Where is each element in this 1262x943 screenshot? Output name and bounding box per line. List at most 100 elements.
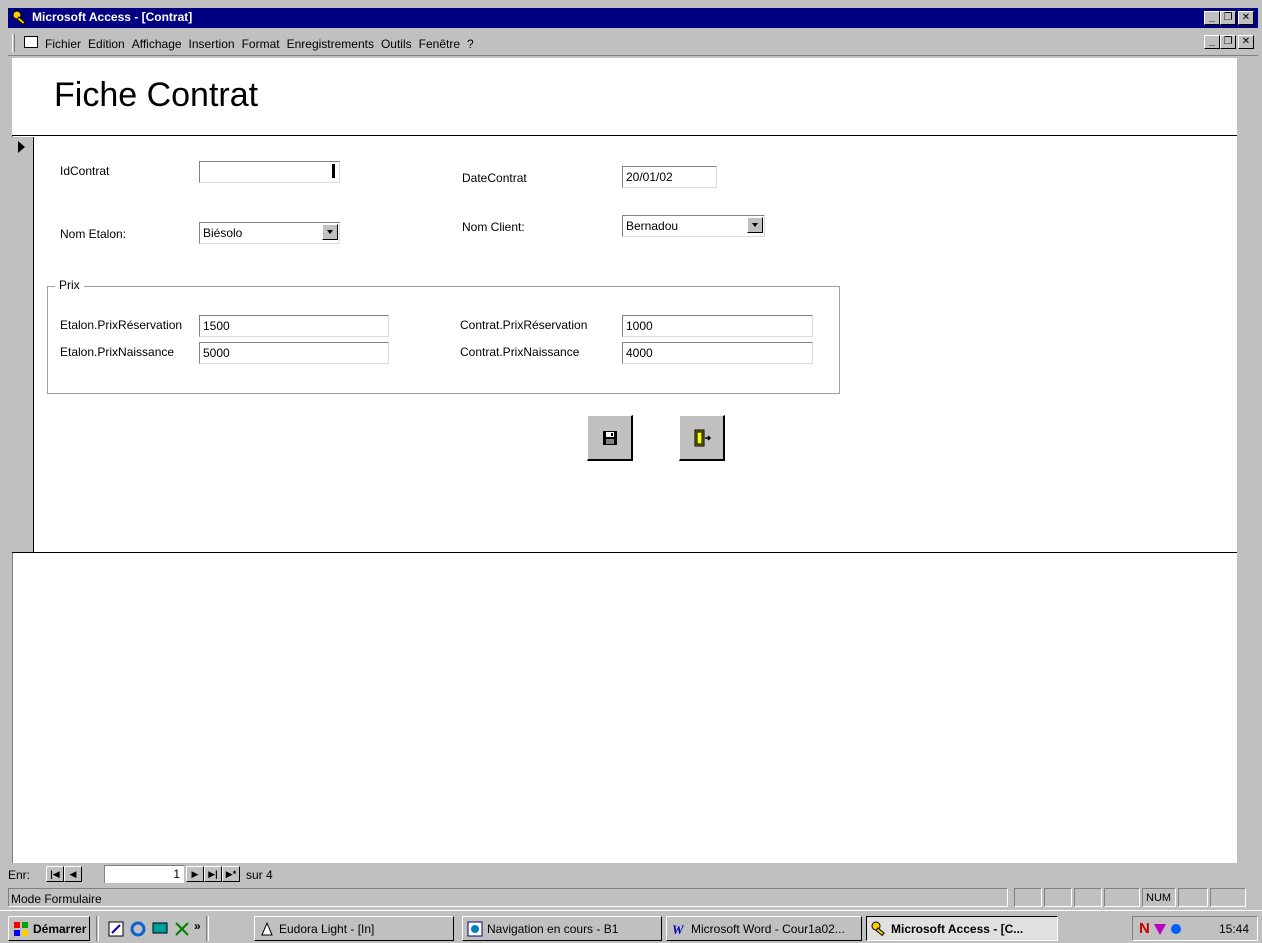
nom-client-dropdown-button[interactable] xyxy=(747,217,763,233)
floppy-disk-icon xyxy=(603,431,617,445)
access-key-icon xyxy=(12,10,26,26)
task-eudora-label: Eudora Light - [In] xyxy=(279,922,375,936)
task-navigation[interactable]: Navigation en cours - B1 xyxy=(462,916,662,941)
last-record-button[interactable]: ▶| xyxy=(204,866,222,882)
prix-group-box xyxy=(47,286,840,394)
menu-enregistrements[interactable]: Enregistrements xyxy=(287,37,374,51)
contrat-prix-naissance-label: Contrat.PrixNaissance xyxy=(460,345,580,359)
next-record-button[interactable]: ▶ xyxy=(186,866,204,882)
nom-client-label: Nom Client: xyxy=(462,220,525,234)
form-title: Fiche Contrat xyxy=(54,76,259,114)
menu-bar: Fichier Edition Affichage Insertion Form… xyxy=(8,30,1258,56)
task-word[interactable]: W Microsoft Word - Cour1a02... xyxy=(666,916,862,941)
etalon-prix-reservation-field[interactable]: 1500 xyxy=(199,315,389,337)
form-header: Fiche Contrat xyxy=(12,58,1237,136)
nom-etalon-value: Biésolo xyxy=(203,226,243,240)
eudora-icon xyxy=(261,921,273,936)
status-cell-1 xyxy=(1014,888,1042,907)
record-navigation-bar: Enr: |◀ ◀ 1 ▶ ▶| ▶* sur 4 xyxy=(8,863,1238,885)
current-record-arrow-icon xyxy=(18,141,25,153)
menu-affichage[interactable]: Affichage xyxy=(132,37,182,51)
taskbar: Démarrer » Eudora Light - [In] Navigatio… xyxy=(0,910,1262,943)
contrat-prix-reservation-label: Contrat.PrixRéservation xyxy=(460,318,588,332)
menu-outils[interactable]: Outils xyxy=(381,37,412,51)
previous-record-button[interactable]: ◀ xyxy=(64,866,82,882)
nom-client-combo[interactable]: Bernadou xyxy=(622,215,765,237)
status-cell-6 xyxy=(1178,888,1208,907)
doc-close-button[interactable]: ✕ xyxy=(1238,35,1254,49)
idcontrat-field[interactable] xyxy=(199,161,340,183)
text-cursor xyxy=(332,164,335,178)
status-bar: Mode Formulaire NUM xyxy=(8,888,1258,908)
etalon-prix-naissance-label: Etalon.PrixNaissance xyxy=(60,345,175,359)
system-tray: N 15:44 xyxy=(1132,916,1258,941)
task-eudora[interactable]: Eudora Light - [In] xyxy=(254,916,454,941)
doc-minimize-button[interactable]: _ xyxy=(1204,35,1220,49)
etalon-prix-naissance-field[interactable]: 5000 xyxy=(199,342,389,364)
idcontrat-label: IdContrat xyxy=(60,164,110,178)
datecontrat-label: DateContrat xyxy=(462,171,527,185)
record-number-input[interactable]: 1 xyxy=(104,865,184,883)
close-button[interactable]: ✕ xyxy=(1238,11,1254,25)
quicklaunch-more-icon[interactable]: » xyxy=(194,919,201,933)
menu-format[interactable]: Format xyxy=(242,37,280,51)
menu-items: Fichier Edition Affichage Insertion Form… xyxy=(45,37,474,51)
antivirus-tray-icon[interactable] xyxy=(1153,922,1167,936)
nom-etalon-combo[interactable]: Biésolo xyxy=(199,222,340,244)
start-label: Démarrer xyxy=(33,922,87,936)
internet-explorer-icon[interactable] xyxy=(130,921,146,937)
task-access-label: Microsoft Access - [C... xyxy=(891,922,1024,936)
access-key-icon xyxy=(871,921,885,937)
taskbar-separator xyxy=(96,916,99,941)
start-button[interactable]: Démarrer xyxy=(8,916,90,941)
task-word-label: Microsoft Word - Cour1a02... xyxy=(691,922,845,936)
record-selector[interactable] xyxy=(12,137,34,552)
nom-client-value: Bernadou xyxy=(626,219,679,233)
desktop-icon[interactable] xyxy=(152,921,168,937)
navigator-icon xyxy=(467,921,483,937)
nom-etalon-dropdown-button[interactable] xyxy=(322,224,338,240)
menu-edition[interactable]: Edition xyxy=(88,37,125,51)
task-access[interactable]: Microsoft Access - [C... xyxy=(866,916,1058,941)
minimize-button[interactable]: _ xyxy=(1204,11,1220,25)
record-count-text: sur 4 xyxy=(246,868,273,882)
clock: 15:44 xyxy=(1218,922,1249,936)
contrat-prix-reservation-field[interactable]: 1000 xyxy=(622,315,813,337)
taskbar-separator-2 xyxy=(206,916,209,941)
menu-fichier[interactable]: Fichier xyxy=(45,37,81,51)
contrat-prix-naissance-field[interactable]: 4000 xyxy=(622,342,813,364)
word-icon: W xyxy=(672,922,685,937)
save-record-button[interactable] xyxy=(587,415,633,461)
title-bar: Microsoft Access - [Contrat] _ ❐ ✕ xyxy=(8,8,1258,28)
status-cell-7 xyxy=(1210,888,1246,907)
form-document-icon[interactable] xyxy=(24,36,38,48)
svg-text:W: W xyxy=(672,922,685,937)
status-cell-3 xyxy=(1074,888,1102,907)
quicklaunch-edit-icon[interactable] xyxy=(108,921,124,937)
etalon-prix-reservation-label: Etalon.PrixRéservation xyxy=(60,318,183,332)
new-record-button[interactable]: ▶* xyxy=(222,866,240,882)
restore-button[interactable]: ❐ xyxy=(1220,11,1236,25)
windows-logo-icon xyxy=(14,922,28,936)
menu-insertion[interactable]: Insertion xyxy=(189,37,235,51)
status-cell-2 xyxy=(1044,888,1072,907)
status-num-indicator: NUM xyxy=(1142,888,1176,907)
channels-icon[interactable] xyxy=(174,921,190,937)
status-mode-text: Mode Formulaire xyxy=(8,888,1008,907)
first-record-button[interactable]: |◀ xyxy=(46,866,64,882)
doc-restore-button[interactable]: ❐ xyxy=(1220,35,1236,49)
datecontrat-field[interactable]: 20/01/02 xyxy=(622,166,717,188)
netscape-tray-icon[interactable]: N xyxy=(1139,920,1150,937)
prix-group-legend: Prix xyxy=(55,278,84,292)
menu-fenetre[interactable]: Fenêtre xyxy=(419,37,460,51)
nom-etalon-label: Nom Etalon: xyxy=(60,227,127,241)
vertical-scrollbar[interactable] xyxy=(1238,58,1258,863)
nav-label: Enr: xyxy=(8,868,31,882)
network-tray-icon[interactable] xyxy=(1169,922,1183,936)
menu-help[interactable]: ? xyxy=(467,37,474,51)
status-cell-4 xyxy=(1104,888,1140,907)
door-exit-icon xyxy=(694,429,712,447)
detail-section-divider xyxy=(12,552,1237,553)
task-navigation-label: Navigation en cours - B1 xyxy=(487,922,619,936)
close-form-button[interactable] xyxy=(679,415,725,461)
